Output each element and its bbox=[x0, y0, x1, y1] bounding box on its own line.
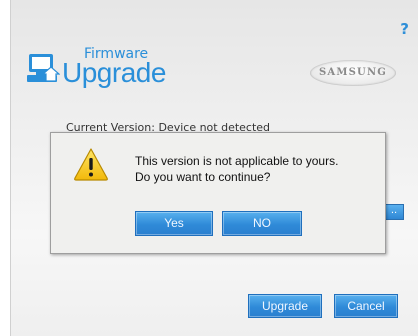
browse-button[interactable]: .. bbox=[384, 204, 404, 220]
samsung-logo: SAMSUNG bbox=[310, 60, 396, 86]
monitor-upgrade-icon bbox=[27, 54, 60, 82]
dialog-message: This version is not applicable to yours.… bbox=[135, 153, 383, 185]
yes-button[interactable]: Yes bbox=[135, 211, 213, 236]
cancel-button[interactable]: Cancel bbox=[334, 294, 398, 318]
app-logo: Firmware Upgrade bbox=[26, 44, 206, 94]
logo-upgrade-text: Upgrade bbox=[62, 57, 166, 88]
warning-icon bbox=[74, 148, 108, 181]
dialog-message-line1: This version is not applicable to yours. bbox=[135, 154, 339, 168]
upgrade-button[interactable]: Upgrade bbox=[248, 294, 322, 318]
dialog-message-line2: Do you want to continue? bbox=[135, 170, 271, 184]
help-button[interactable]: ? bbox=[400, 20, 409, 38]
warning-dialog: This version is not applicable to yours.… bbox=[50, 132, 386, 254]
no-button[interactable]: NO bbox=[222, 211, 302, 236]
